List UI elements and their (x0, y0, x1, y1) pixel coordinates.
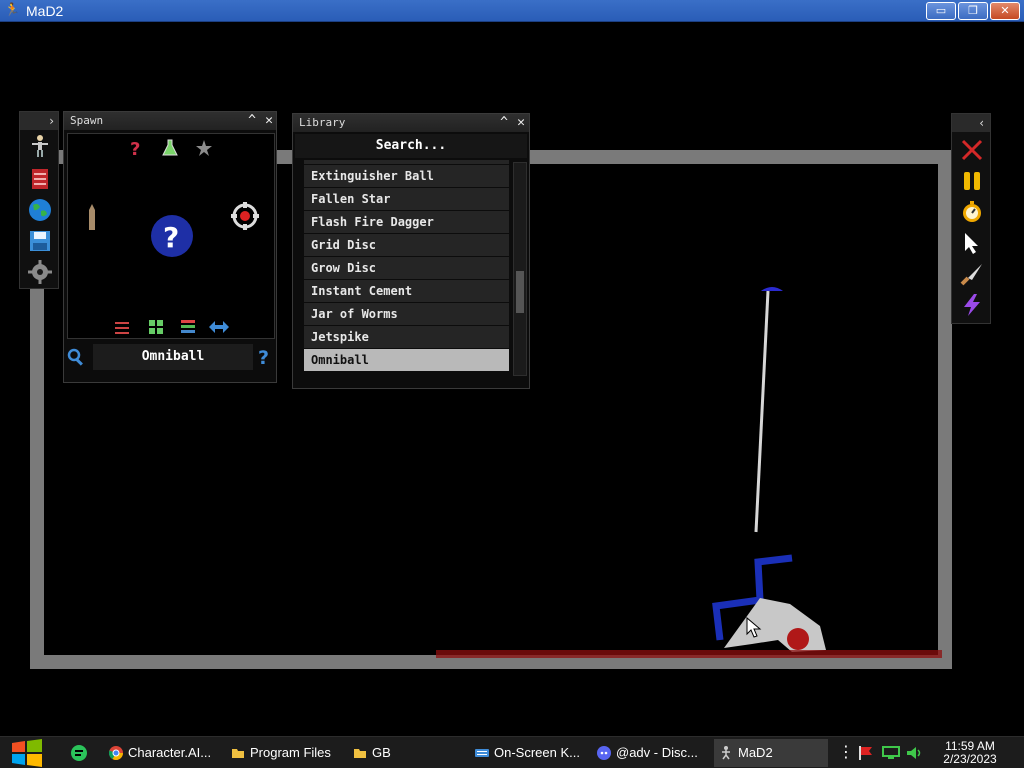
spawn-panel-header: Spawn ^ ✕ (64, 112, 276, 130)
library-panel-title: Library (299, 116, 346, 129)
library-close-button[interactable]: ✕ (513, 114, 529, 132)
human-icon[interactable] (28, 134, 52, 158)
spawn-collapse-button[interactable]: ^ (244, 112, 260, 130)
knife-icon[interactable] (960, 262, 984, 286)
task-chrome[interactable]: Character.AI... (104, 739, 218, 767)
task-label: @adv - Disc... (616, 745, 698, 760)
library-scrollbar-thumb[interactable] (516, 271, 524, 313)
right-toolbar: ‹ (951, 113, 991, 324)
save-icon[interactable] (28, 229, 52, 253)
list-item[interactable]: Jetspike (304, 326, 509, 348)
task-label: MaD2 (738, 745, 773, 760)
list-item[interactable]: Flash Fire Dagger (304, 211, 509, 233)
grid-icon[interactable] (148, 319, 164, 335)
system-clock[interactable]: 11:59 AM 2/23/2023 (930, 740, 1010, 766)
task-label: Program Files (250, 745, 331, 760)
left-toolbar: › (19, 111, 59, 289)
library-collapse-button[interactable]: ^ (496, 114, 512, 132)
library-item-list: Extinguisher Ball Fallen Star Flash Fire… (304, 160, 509, 378)
book-icon[interactable] (28, 167, 52, 191)
task-gb-folder[interactable]: GB (348, 739, 462, 767)
close-x-icon[interactable] (960, 138, 984, 162)
search-icon[interactable] (67, 348, 85, 366)
settings-gear-icon[interactable] (28, 260, 52, 284)
taskbar: Character.AI... Program Files GB On-Scre… (0, 736, 1024, 768)
ragdoll-wound (787, 628, 809, 650)
svg-text:?: ? (258, 347, 269, 367)
svg-text:?: ? (163, 221, 179, 254)
discord-icon (597, 746, 611, 760)
target-icon[interactable] (231, 202, 259, 230)
list-item[interactable]: Grow Disc (304, 257, 509, 279)
task-label: On-Screen K... (494, 745, 580, 760)
clock-date: 2/23/2023 (943, 752, 997, 766)
windows-start-icon[interactable] (10, 739, 44, 767)
layers-icon[interactable] (180, 319, 196, 335)
library-panel-header: Library ^ ✕ (293, 114, 529, 132)
list-item-selected[interactable]: Omniball (304, 349, 509, 371)
library-panel: Library ^ ✕ Search... Extinguisher Ball … (292, 113, 530, 389)
library-search-input[interactable]: Search... (295, 134, 527, 158)
spawn-preview-area: ? ? (67, 133, 275, 339)
list-item[interactable]: Instant Cement (304, 280, 509, 302)
task-label: Character.AI... (128, 745, 212, 760)
blood-splatter (436, 650, 942, 658)
cursor-icon[interactable] (960, 231, 984, 255)
flag-icon[interactable] (858, 746, 874, 760)
sliders-icon[interactable] (114, 319, 130, 335)
svg-text:?: ? (130, 139, 140, 157)
rope-line (754, 290, 770, 533)
rope-anchor (761, 287, 783, 291)
flask-icon[interactable] (162, 139, 178, 157)
globe-icon[interactable] (28, 198, 52, 222)
task-on-screen-keyboard[interactable]: On-Screen K... (470, 739, 584, 767)
list-item[interactable]: Fallen Star (304, 188, 509, 210)
swap-arrows-icon[interactable] (208, 320, 230, 334)
volume-icon[interactable] (906, 746, 924, 760)
help-icon[interactable]: ? (257, 347, 273, 367)
list-item[interactable]: Jar of Worms (304, 303, 509, 325)
task-mad2[interactable]: MaD2 (714, 739, 828, 767)
pause-icon[interactable] (960, 169, 984, 193)
library-scrollbar[interactable] (513, 162, 527, 376)
spawn-search-bar: Omniball ? (67, 344, 275, 372)
folder-icon (232, 749, 244, 758)
unknown-item-icon[interactable]: ? (150, 214, 194, 258)
list-item[interactable]: Extinguisher Ball (304, 165, 509, 187)
list-item-partial (304, 160, 509, 164)
left-toolbar-toggle[interactable]: › (20, 112, 58, 130)
chat-app-icon[interactable] (70, 744, 88, 762)
bullet-icon[interactable] (87, 204, 97, 232)
task-program-files[interactable]: Program Files (226, 739, 340, 767)
spawn-panel: Spawn ^ ✕ ? ? Omniball ? (63, 111, 277, 383)
network-icon[interactable] (882, 746, 900, 760)
overflow-menu-icon[interactable]: ⋮ (838, 743, 854, 761)
task-discord[interactable]: @adv - Disc... (592, 739, 706, 767)
spawn-panel-title: Spawn (70, 114, 104, 127)
spawn-close-button[interactable]: ✕ (261, 112, 277, 130)
spawn-search-input[interactable]: Omniball (93, 344, 253, 370)
question-mark-icon[interactable]: ? (128, 139, 144, 157)
star-icon[interactable] (195, 139, 213, 157)
folder-icon (354, 749, 366, 758)
list-item[interactable]: Grid Disc (304, 234, 509, 256)
lightning-icon[interactable] (960, 293, 984, 317)
keyboard-icon (475, 749, 489, 757)
chrome-icon (109, 746, 123, 760)
stopwatch-icon[interactable] (960, 200, 984, 224)
mad2-icon (722, 746, 730, 760)
right-toolbar-toggle[interactable]: ‹ (952, 114, 990, 132)
task-label: GB (372, 745, 391, 760)
